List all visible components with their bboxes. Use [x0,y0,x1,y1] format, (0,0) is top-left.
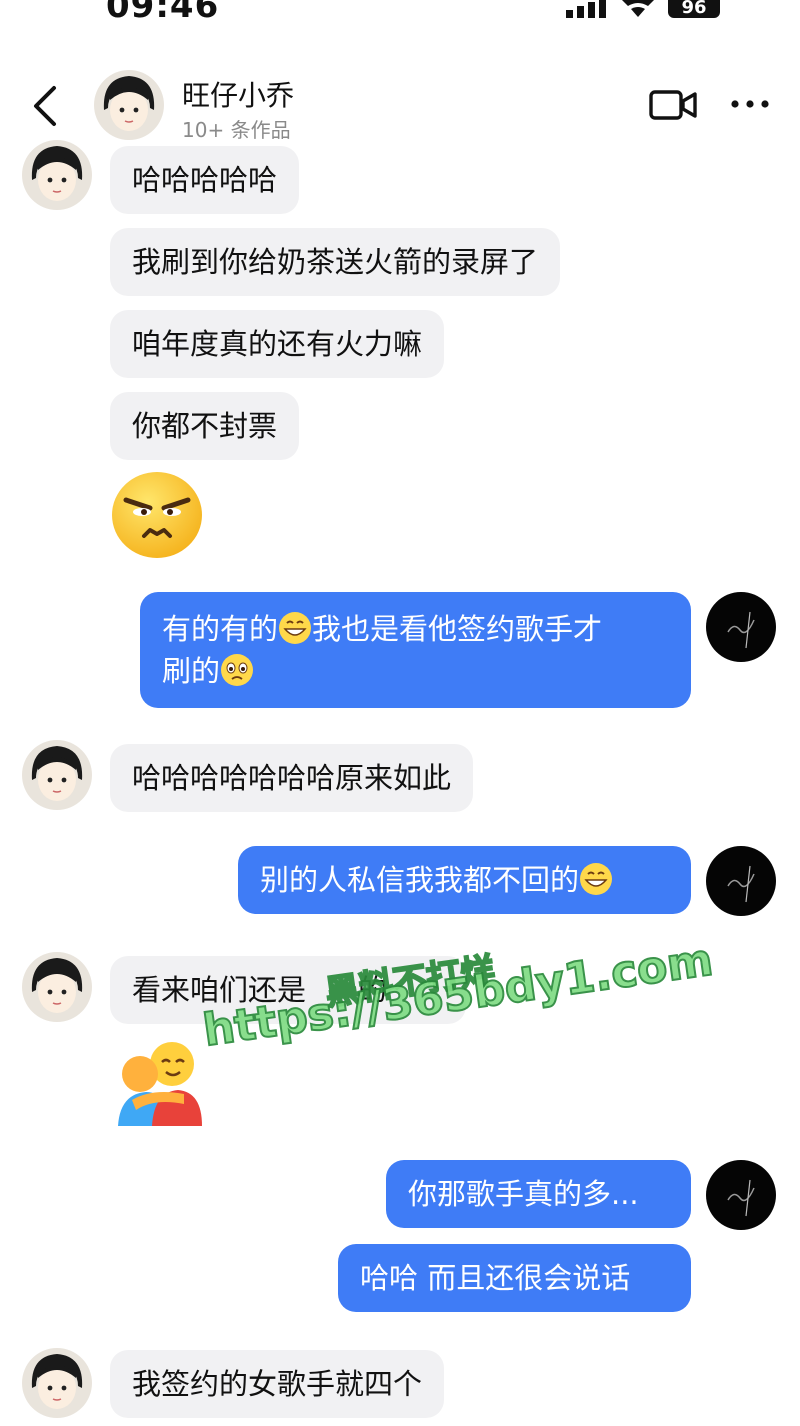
status-time: 09:46 [106,0,220,26]
message-bubble-outgoing[interactable]: 有的有的 我也是看他签约歌手才 刷的 [140,592,691,708]
message-text: 有的有的 [162,612,279,646]
contact-avatar[interactable] [22,952,92,1022]
more-options-icon[interactable] [730,92,770,116]
message-bubble-incoming[interactable]: 哈哈哈哈哈哈哈原来如此 [110,744,474,812]
hugging-people-emoji-icon[interactable] [112,1034,204,1128]
grinning-face-emoji-icon [580,863,613,895]
message-bubble-outgoing[interactable]: 你那歌手真的多... [386,1160,691,1228]
video-call-icon[interactable] [648,86,698,124]
message-bubble-outgoing[interactable]: 别的人私信我我都不回的 [238,846,691,914]
message-text: 我也是看他签约歌手才 [312,612,603,646]
message-text: 别的人私信我我都不回的 [260,863,580,897]
contact-avatar[interactable] [94,70,164,140]
contact-works-count[interactable]: 10+ 条作品 [182,114,291,143]
message-bubble-incoming[interactable]: 咱年度真的还有火力嘛 [110,310,445,378]
message-bubble-incoming[interactable]: 我刷到你给奶茶送火箭的录屏了 [110,228,561,296]
teary-face-emoji-icon [221,654,254,686]
message-bubble-incoming[interactable]: 哈哈哈哈哈 [110,146,300,214]
my-avatar[interactable] [706,846,776,916]
wifi-icon [622,0,654,17]
message-bubble-incoming[interactable]: 我签约的女歌手就四个 [110,1350,445,1418]
contact-avatar[interactable] [22,1348,92,1418]
message-text: 刷的 [162,654,221,688]
contact-avatar[interactable] [22,740,92,810]
annoyed-face-emoji-icon[interactable] [110,470,204,560]
signal-icon [566,0,606,18]
message-bubble-incoming[interactable]: 你都不封票 [110,392,300,460]
contact-avatar[interactable] [22,140,92,210]
message-bubble-outgoing[interactable]: 哈哈 而且还很会说话 [338,1244,691,1312]
contact-name: 旺仔小乔 [182,79,295,112]
my-avatar[interactable] [706,592,776,662]
my-avatar[interactable] [706,1160,776,1230]
grinning-face-emoji-icon [279,612,312,644]
battery-indicator: 96 [668,0,720,18]
back-arrow-icon[interactable] [28,84,68,128]
